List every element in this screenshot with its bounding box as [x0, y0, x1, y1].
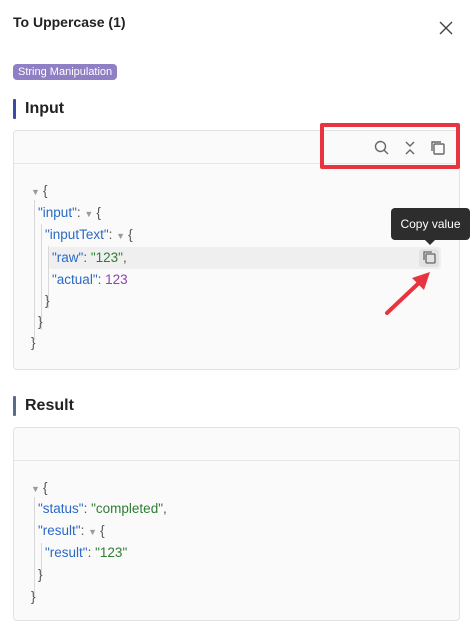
json-line-raw[interactable]: "raw": "123",: [52, 249, 127, 267]
expand-triangle-icon[interactable]: ▼: [116, 227, 128, 245]
input-toolbar: [14, 131, 459, 164]
expand-triangle-icon[interactable]: ▼: [31, 183, 43, 201]
json-close: }: [31, 589, 36, 604]
section-title-result: Result: [13, 396, 74, 416]
json-close: }: [45, 293, 50, 308]
json-line-result: "result": ▼{: [38, 522, 105, 540]
category-tag: String Manipulation: [13, 64, 118, 80]
json-line-inner-result[interactable]: "result": "123": [45, 544, 127, 562]
panel-title: To Uppercase (1): [13, 14, 126, 30]
search-icon[interactable]: [373, 139, 391, 157]
expand-triangle-icon[interactable]: ▼: [31, 480, 43, 498]
json-close: }: [31, 335, 36, 350]
json-line-actual[interactable]: "actual": 123: [52, 271, 128, 289]
json-root-open: ▼{: [31, 479, 48, 497]
indent-guide: [34, 497, 35, 597]
json-close: }: [38, 567, 43, 582]
close-icon[interactable]: [437, 19, 455, 37]
indent-guide: [34, 200, 35, 340]
collapse-icon[interactable]: [401, 139, 419, 157]
json-line-input: "input": ▼{: [38, 204, 101, 222]
copy-icon[interactable]: [429, 139, 447, 157]
expand-triangle-icon[interactable]: ▼: [84, 205, 96, 223]
json-close: }: [38, 314, 43, 329]
json-line-inputtext: "inputText": ▼{: [45, 226, 133, 244]
json-root-open: ▼{: [31, 182, 48, 200]
copy-value-button[interactable]: [419, 249, 439, 267]
result-toolbar: [14, 428, 459, 461]
section-title-input: Input: [13, 99, 64, 119]
copy-value-tooltip: Copy value: [391, 208, 470, 245]
json-line-status[interactable]: "status": "completed",: [38, 500, 167, 518]
expand-triangle-icon[interactable]: ▼: [88, 523, 100, 541]
